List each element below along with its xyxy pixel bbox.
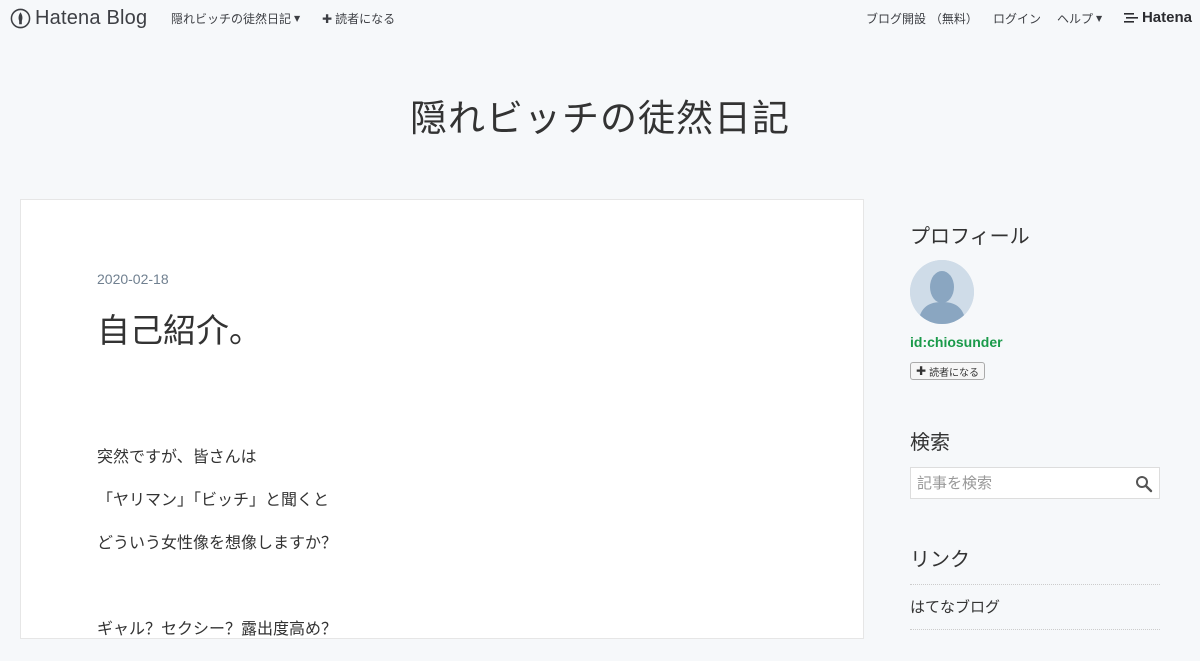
search-input[interactable] <box>911 468 1131 498</box>
hatena-logo[interactable]: Hatena <box>1123 9 1192 26</box>
subscribe-link[interactable]: ✚ 読者になる <box>322 10 395 27</box>
search-icon[interactable] <box>1135 475 1153 493</box>
help-label: ヘルプ <box>1057 12 1094 26</box>
entry-paragraph: ギャル？セクシー？露出度高め？ <box>97 619 338 638</box>
search-form <box>910 467 1160 499</box>
hatena-blog-pen-icon <box>10 8 31 29</box>
brand-name: Hatena Blog <box>35 7 148 29</box>
caret-down-icon: ▼ <box>1096 14 1103 23</box>
subscribe-label: 読者になる <box>335 12 396 26</box>
signup-link[interactable]: ブログ開設 （無料） <box>866 10 978 27</box>
article-card: 2020-02-18 自己紹介。 突然ですが、皆さんは 「ヤリマン」「ビッチ」と… <box>20 199 864 639</box>
sidebar: プロフィール id:chiosunder ✚ 読者になる 検索 リンク はてなブ… <box>890 199 1180 639</box>
hatena-label: Hatena <box>1141 9 1192 26</box>
sidebar-subscribe-label: 読者になる <box>929 367 980 379</box>
link-item-hatena-blog[interactable]: はてなブログ <box>910 585 1160 630</box>
blog-menu-dropdown[interactable]: 隠れビッチの徒然日記 ▼ <box>171 10 300 27</box>
entry-paragraph: 突然ですが、皆さんは <box>97 447 257 466</box>
plus-icon: ✚ <box>322 11 333 26</box>
login-link[interactable]: ログイン <box>993 10 1041 27</box>
plus-icon: ✚ <box>916 364 927 378</box>
profile-id-link[interactable]: id:chiosunder <box>910 334 1003 350</box>
help-dropdown[interactable]: ヘルプ ▼ <box>1057 10 1102 27</box>
hatena-blog-logo[interactable]: Hatena Blog <box>10 7 147 30</box>
avatar[interactable] <box>910 260 974 324</box>
profile-heading: プロフィール <box>910 224 1030 248</box>
entry-body: 突然ですが、皆さんは 「ヤリマン」「ビッチ」と聞くと どういう女性像を想像します… <box>97 446 337 661</box>
search-heading: 検索 <box>910 430 950 454</box>
hatena-stripes-icon <box>1123 12 1138 23</box>
link-list: はてなブログ <box>910 584 1160 630</box>
blog-title[interactable]: 隠れビッチの徒然日記 <box>0 88 1200 142</box>
entry-title[interactable]: 自己紹介。 <box>97 304 262 352</box>
user-silhouette-icon <box>910 260 974 324</box>
links-heading: リンク <box>910 547 970 571</box>
entry-paragraph: どういう女性像を想像しますか？ <box>97 533 338 552</box>
sidebar-subscribe-button[interactable]: ✚ 読者になる <box>910 362 986 380</box>
entry-paragraph-blank <box>97 575 337 618</box>
global-header: Hatena Blog 隠れビッチの徒然日記 ▼ ✚ 読者になる ブログ開設 （… <box>0 0 1200 36</box>
login-label: ログイン <box>993 12 1042 26</box>
entry-paragraph: 「ヤリマン」「ビッチ」と聞くと <box>97 490 330 509</box>
caret-down-icon: ▼ <box>294 14 301 23</box>
entry-date[interactable]: 2020-02-18 <box>97 271 169 287</box>
blog-menu-label: 隠れビッチの徒然日記 <box>171 12 292 26</box>
signup-label: ブログ開設 （無料） <box>866 12 978 26</box>
